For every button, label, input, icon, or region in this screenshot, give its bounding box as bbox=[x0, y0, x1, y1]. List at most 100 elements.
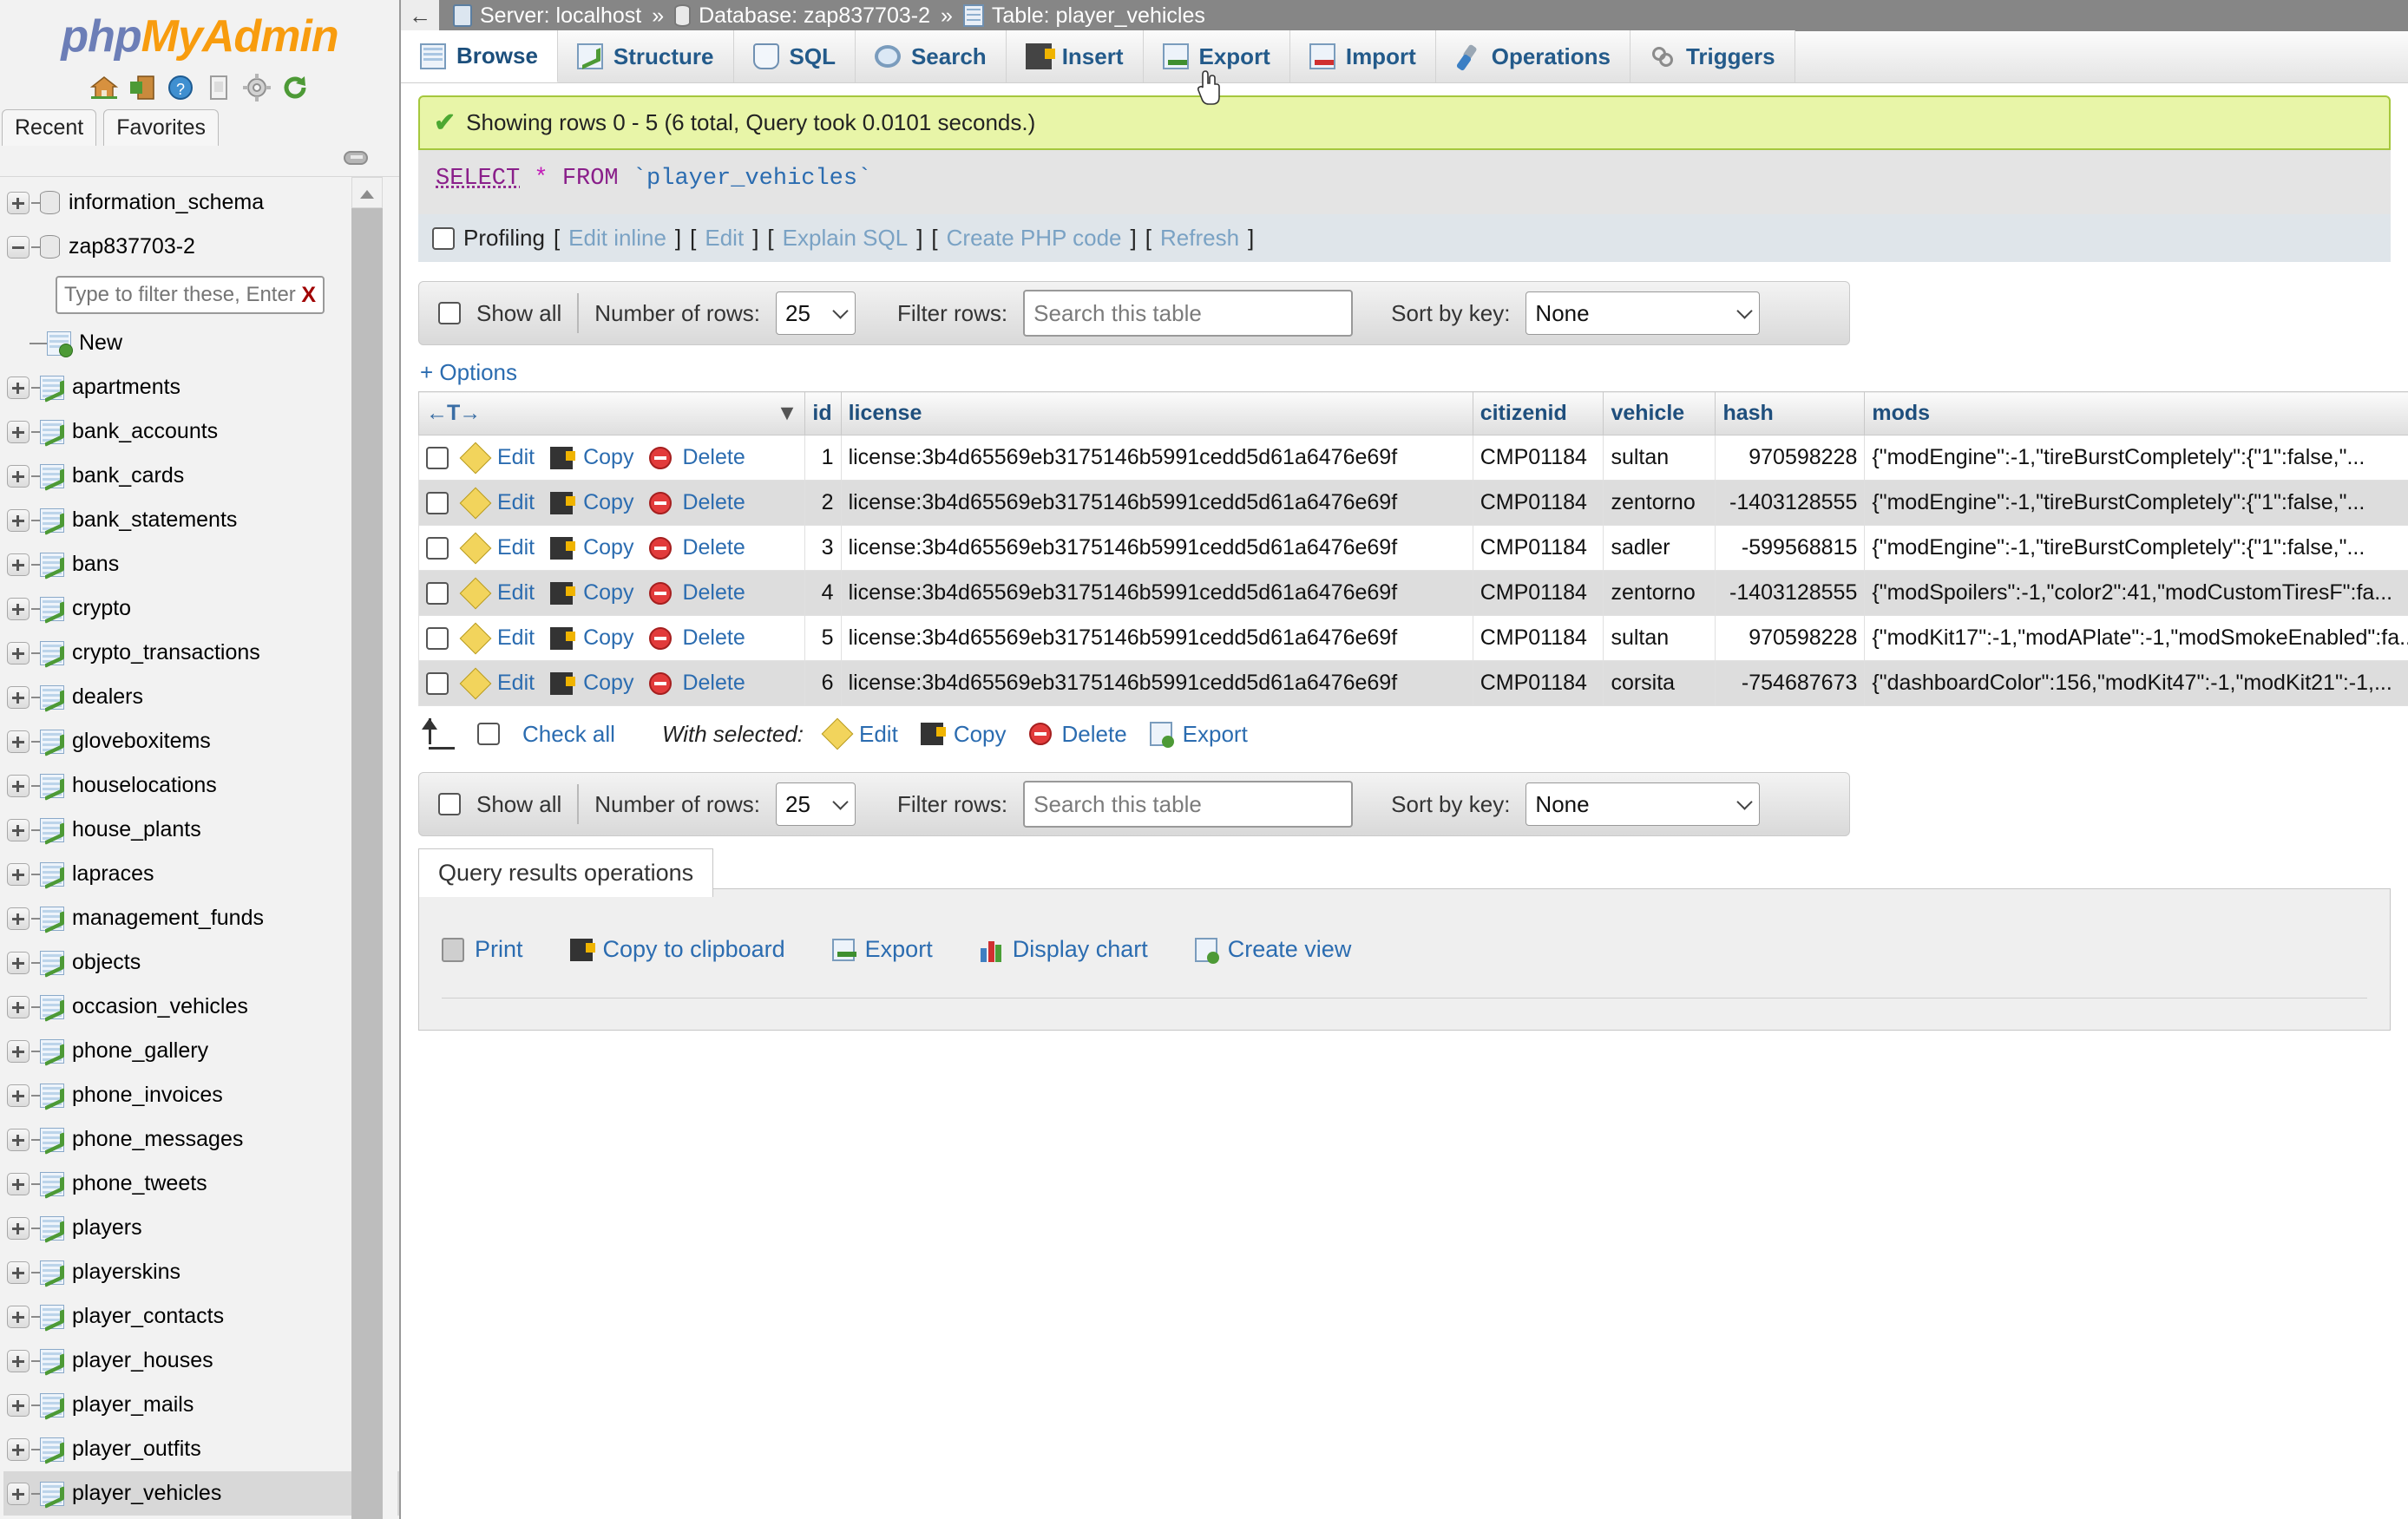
row-checkbox[interactable] bbox=[426, 581, 449, 605]
expand-icon[interactable] bbox=[7, 191, 30, 214]
expand-icon[interactable] bbox=[7, 420, 30, 443]
header-row-actions[interactable]: ←T→ ▼ bbox=[417, 391, 806, 435]
expand-icon[interactable] bbox=[7, 1039, 30, 1063]
row-edit-link[interactable]: Edit bbox=[459, 442, 535, 474]
expand-icon[interactable] bbox=[7, 376, 30, 399]
show-all-checkbox-top[interactable] bbox=[438, 302, 461, 324]
refresh-link[interactable]: Refresh bbox=[1160, 225, 1239, 252]
row-copy-link[interactable]: Copy bbox=[550, 490, 633, 515]
sort-by-key-select-bottom[interactable]: None bbox=[1526, 782, 1761, 826]
expand-icon[interactable] bbox=[7, 907, 30, 930]
sidebar-table-house_plants[interactable]: house_plants bbox=[3, 808, 399, 852]
help-icon[interactable]: ? bbox=[166, 73, 195, 102]
expand-icon[interactable] bbox=[7, 641, 30, 665]
select-all-arrow-icon[interactable] bbox=[418, 718, 455, 750]
with-selected-copy[interactable]: Copy bbox=[920, 721, 1007, 748]
show-all-checkbox-bottom[interactable] bbox=[438, 793, 461, 815]
home-icon[interactable] bbox=[89, 73, 119, 102]
scrollbar-thumb[interactable] bbox=[351, 208, 383, 1519]
row-delete-link[interactable]: Delete bbox=[649, 671, 745, 696]
expand-icon[interactable] bbox=[7, 1482, 30, 1505]
row-copy-link[interactable]: Copy bbox=[550, 625, 633, 651]
tab-import[interactable]: Import bbox=[1289, 30, 1436, 82]
number-of-rows-select-top[interactable]: 25 bbox=[776, 291, 856, 335]
table-row[interactable]: Edit Copy Delete 4 license:3b4d65569eb317514… bbox=[417, 570, 2408, 616]
sidebar-table-occasion_vehicles[interactable]: occasion_vehicles bbox=[3, 985, 399, 1029]
header-vehicle[interactable]: vehicle bbox=[1603, 391, 1716, 435]
sidebar-table-players[interactable]: players bbox=[3, 1206, 399, 1250]
row-edit-link[interactable]: Edit bbox=[459, 532, 535, 564]
check-all-checkbox[interactable] bbox=[477, 723, 500, 745]
sidebar-table-player_houses[interactable]: player_houses bbox=[3, 1339, 399, 1383]
expand-icon[interactable] bbox=[7, 1393, 30, 1417]
row-delete-link[interactable]: Delete bbox=[649, 625, 745, 651]
sidebar-table-phone_tweets[interactable]: phone_tweets bbox=[3, 1162, 399, 1206]
row-delete-link[interactable]: Delete bbox=[649, 535, 745, 560]
row-delete-link[interactable]: Delete bbox=[649, 580, 745, 606]
settings-gear-icon[interactable] bbox=[242, 73, 272, 102]
profiling-checkbox[interactable] bbox=[432, 226, 455, 250]
row-copy-link[interactable]: Copy bbox=[550, 671, 633, 696]
row-edit-link[interactable]: Edit bbox=[459, 487, 535, 519]
table-row[interactable]: Edit Copy Delete 2 license:3b4d65569eb317514… bbox=[417, 480, 2408, 526]
expand-icon[interactable] bbox=[7, 685, 30, 709]
sidebar-table-crypto_transactions[interactable]: crypto_transactions bbox=[3, 631, 399, 675]
sidebar-table-player_outfits[interactable]: player_outfits bbox=[3, 1427, 399, 1471]
sidebar-scrollbar[interactable] bbox=[351, 177, 383, 1519]
sidebar-tab-recent[interactable]: Recent bbox=[2, 109, 97, 147]
sidebar-table-playerskins[interactable]: playerskins bbox=[3, 1250, 399, 1294]
explain-sql-link[interactable]: Explain SQL bbox=[783, 225, 909, 252]
docs-icon[interactable] bbox=[204, 73, 233, 102]
with-selected-edit[interactable]: Edit bbox=[821, 717, 898, 750]
pin-icon[interactable] bbox=[344, 151, 368, 166]
sidebar-table-gloveboxitems[interactable]: gloveboxitems bbox=[3, 719, 399, 763]
logout-icon[interactable] bbox=[128, 73, 157, 102]
row-copy-link[interactable]: Copy bbox=[550, 445, 633, 470]
row-delete-link[interactable]: Delete bbox=[649, 490, 745, 515]
table-filter-input[interactable] bbox=[57, 278, 299, 312]
breadcrumb-table[interactable]: Table: player_vehicles bbox=[962, 3, 1205, 29]
expand-icon[interactable] bbox=[7, 1128, 30, 1151]
tab-browse[interactable]: Browse bbox=[401, 30, 558, 82]
row-checkbox[interactable] bbox=[426, 626, 449, 650]
sidebar-table-bans[interactable]: bans bbox=[3, 542, 399, 586]
header-hash[interactable]: hash bbox=[1715, 391, 1866, 435]
row-checkbox[interactable] bbox=[426, 491, 449, 514]
row-edit-link[interactable]: Edit bbox=[459, 577, 535, 609]
qro-create-view[interactable]: Create view bbox=[1194, 936, 1351, 964]
sidebar-table-management_funds[interactable]: management_funds bbox=[3, 896, 399, 940]
sidebar-table-player_contacts[interactable]: player_contacts bbox=[3, 1294, 399, 1339]
sidebar-table-dealers[interactable]: dealers bbox=[3, 675, 399, 719]
expand-icon[interactable] bbox=[7, 1216, 30, 1240]
expand-icon[interactable] bbox=[7, 464, 30, 488]
sql-query-display[interactable]: SELECT * FROM `player_vehicles` bbox=[418, 150, 2391, 214]
table-row[interactable]: Edit Copy Delete 3 license:3b4d65569eb317514… bbox=[417, 525, 2408, 571]
qro-export[interactable]: Export bbox=[831, 936, 933, 963]
tab-sql[interactable]: SQL bbox=[733, 30, 856, 82]
expand-icon[interactable] bbox=[7, 730, 30, 753]
qro-print[interactable]: Print bbox=[442, 936, 523, 963]
sidebar-table-player_vehicles[interactable]: player_vehicles bbox=[3, 1471, 399, 1516]
sidebar-table-player_warns[interactable]: player_warns bbox=[3, 1516, 399, 1519]
sidebar-table-crypto[interactable]: crypto bbox=[3, 586, 399, 631]
expand-icon[interactable] bbox=[7, 1349, 30, 1372]
sidebar-table-phone_gallery[interactable]: phone_gallery bbox=[3, 1029, 399, 1073]
db-node-information_schema[interactable]: information_schema bbox=[3, 180, 399, 225]
row-copy-link[interactable]: Copy bbox=[550, 580, 633, 606]
row-checkbox[interactable] bbox=[426, 671, 449, 695]
sidebar-table-houselocations[interactable]: houselocations bbox=[3, 763, 399, 808]
row-edit-link[interactable]: Edit bbox=[459, 667, 535, 699]
sidebar-table-bank_statements[interactable]: bank_statements bbox=[3, 498, 399, 542]
expand-icon[interactable] bbox=[7, 508, 30, 532]
options-toggle-link[interactable]: + Options bbox=[420, 359, 2408, 386]
with-selected-delete[interactable]: Delete bbox=[1028, 721, 1127, 748]
filter-clear-icon[interactable]: X bbox=[301, 283, 316, 308]
sidebar-table-apartments[interactable]: apartments bbox=[3, 365, 399, 409]
row-edit-link[interactable]: Edit bbox=[459, 622, 535, 654]
expand-icon[interactable] bbox=[7, 995, 30, 1018]
sidebar-table-player_mails[interactable]: player_mails bbox=[3, 1383, 399, 1427]
column-order-icon[interactable]: ←T→ bbox=[426, 401, 481, 425]
table-row[interactable]: Edit Copy Delete 6 license:3b4d65569eb317514… bbox=[417, 660, 2408, 706]
tree-item-new[interactable]: New bbox=[3, 321, 399, 365]
expand-icon[interactable] bbox=[7, 951, 30, 974]
